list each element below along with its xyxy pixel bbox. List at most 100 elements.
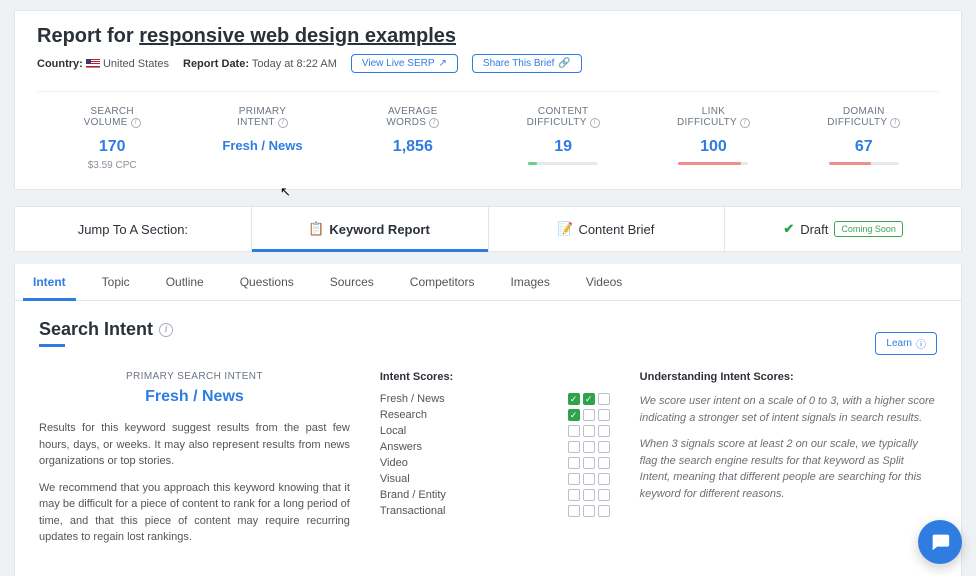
score-box bbox=[583, 441, 595, 453]
score-row-answers: Answers bbox=[380, 441, 610, 453]
share-label: Share This Brief bbox=[483, 58, 555, 69]
tab-videos[interactable]: Videos bbox=[568, 264, 640, 300]
view-serp-button[interactable]: View Live SERP ↗ bbox=[351, 54, 458, 73]
intent-panel: Search Intent Learn ⓘ PRIMARY SEARCH INT… bbox=[15, 301, 961, 576]
score-box bbox=[568, 409, 580, 421]
score-box bbox=[583, 489, 595, 501]
score-row-video: Video bbox=[380, 457, 610, 469]
check-icon: ✔ bbox=[783, 221, 794, 237]
score-box bbox=[598, 425, 610, 437]
date-label: Report Date: bbox=[183, 58, 249, 70]
score-box bbox=[583, 457, 595, 469]
tab-outline[interactable]: Outline bbox=[148, 264, 222, 300]
info-icon[interactable] bbox=[429, 118, 439, 128]
date-group: Report Date: Today at 8:22 AM bbox=[183, 58, 337, 70]
tab-content-brief[interactable]: 📝 Content Brief bbox=[489, 207, 726, 251]
info-icon[interactable] bbox=[159, 323, 173, 337]
score-box bbox=[568, 393, 580, 405]
external-link-icon: ↗ bbox=[439, 58, 447, 69]
score-box bbox=[598, 393, 610, 405]
domain-diff-bar bbox=[829, 162, 899, 165]
score-row-transactional: Transactional bbox=[380, 505, 610, 517]
psi-value: Fresh / News bbox=[39, 388, 350, 406]
brief-icon: 📝 bbox=[558, 222, 572, 236]
panel-title: Search Intent bbox=[39, 319, 173, 340]
share-brief-button[interactable]: Share This Brief 🔗 bbox=[472, 54, 582, 73]
country-group: Country: United States bbox=[37, 58, 169, 70]
report-keyword[interactable]: responsive web design examples bbox=[139, 25, 456, 47]
search-volume-value: 170 bbox=[41, 138, 183, 156]
metric-content-difficulty: CONTENT DIFFICULTY 19 bbox=[488, 92, 638, 189]
content-diff-value: 19 bbox=[492, 138, 634, 156]
score-box bbox=[583, 425, 595, 437]
info-icon[interactable] bbox=[131, 118, 141, 128]
info-icon[interactable] bbox=[590, 118, 600, 128]
report-header: Report for responsive web design example… bbox=[14, 10, 962, 190]
jump-label: Jump To A Section: bbox=[15, 207, 252, 251]
score-box bbox=[598, 409, 610, 421]
country-label: Country: bbox=[37, 58, 83, 70]
score-box bbox=[598, 457, 610, 469]
scores-heading: Intent Scores: bbox=[380, 371, 610, 383]
question-icon: ⓘ bbox=[916, 336, 926, 351]
avg-words-value: 1,856 bbox=[342, 138, 484, 156]
score-box bbox=[583, 473, 595, 485]
score-row-visual: Visual bbox=[380, 473, 610, 485]
inner-tabs: Intent Topic Outline Questions Sources C… bbox=[15, 264, 961, 301]
score-row-research: Research bbox=[380, 409, 610, 421]
metric-average-words: AVERAGE WORDS 1,856 bbox=[338, 92, 488, 189]
info-icon[interactable] bbox=[740, 118, 750, 128]
tab-topic[interactable]: Topic bbox=[84, 264, 148, 300]
us-flag-icon bbox=[86, 59, 100, 69]
cpc-value: $3.59 CPC bbox=[41, 160, 183, 171]
tab-draft[interactable]: ✔ Draft Coming Soon bbox=[725, 207, 961, 251]
score-box bbox=[568, 457, 580, 469]
score-box bbox=[598, 441, 610, 453]
content-card: Intent Topic Outline Questions Sources C… bbox=[14, 264, 962, 576]
metric-domain-difficulty: DOMAIN DIFFICULTY 67 bbox=[789, 92, 939, 189]
score-box bbox=[583, 393, 595, 405]
understanding-column: Understanding Intent Scores: We score us… bbox=[640, 371, 937, 556]
learn-button[interactable]: Learn ⓘ bbox=[875, 332, 937, 355]
domain-diff-value: 67 bbox=[793, 138, 935, 156]
metric-primary-intent: PRIMARY INTENT Fresh / News bbox=[187, 92, 337, 189]
psi-label: PRIMARY SEARCH INTENT bbox=[39, 371, 350, 382]
view-serp-label: View Live SERP bbox=[362, 58, 435, 69]
score-box bbox=[583, 505, 595, 517]
tab-questions[interactable]: Questions bbox=[222, 264, 312, 300]
score-box bbox=[568, 505, 580, 517]
score-box bbox=[568, 441, 580, 453]
primary-intent-value[interactable]: Fresh / News bbox=[191, 138, 333, 153]
link-diff-value: 100 bbox=[642, 138, 784, 156]
score-box bbox=[598, 505, 610, 517]
intent-scores-column: Intent Scores: Fresh / News Research Loc… bbox=[380, 371, 610, 556]
report-title: Report for responsive web design example… bbox=[37, 25, 939, 48]
link-icon: 🔗 bbox=[558, 58, 570, 69]
score-box bbox=[583, 409, 595, 421]
understanding-heading: Understanding Intent Scores: bbox=[640, 371, 937, 383]
score-box bbox=[598, 473, 610, 485]
tab-sources[interactable]: Sources bbox=[312, 264, 392, 300]
chat-icon bbox=[929, 531, 951, 553]
tab-images[interactable]: Images bbox=[492, 264, 567, 300]
explanation-1: We score user intent on a scale of 0 to … bbox=[640, 393, 937, 426]
tab-competitors[interactable]: Competitors bbox=[392, 264, 493, 300]
title-underline bbox=[39, 344, 65, 347]
score-box bbox=[598, 489, 610, 501]
country-value: United States bbox=[103, 58, 169, 70]
content-diff-bar bbox=[528, 162, 598, 165]
tab-keyword-report[interactable]: 📋 Keyword Report bbox=[252, 207, 489, 251]
info-icon[interactable] bbox=[278, 118, 288, 128]
intent-description-1: Results for this keyword suggest results… bbox=[39, 420, 350, 470]
info-icon[interactable] bbox=[890, 118, 900, 128]
score-box bbox=[568, 473, 580, 485]
explanation-2: When 3 signals score at least 2 on our s… bbox=[640, 436, 937, 502]
title-prefix: Report for bbox=[37, 25, 139, 47]
metric-search-volume: SEARCH VOLUME 170 $3.59 CPC bbox=[37, 92, 187, 189]
chat-widget-button[interactable] bbox=[918, 520, 962, 564]
primary-intent-column: PRIMARY SEARCH INTENT Fresh / News Resul… bbox=[39, 371, 350, 556]
tab-intent[interactable]: Intent bbox=[15, 264, 84, 300]
metrics-row: SEARCH VOLUME 170 $3.59 CPC PRIMARY INTE… bbox=[37, 91, 939, 189]
metric-link-difficulty: LINK DIFFICULTY 100 bbox=[638, 92, 788, 189]
report-icon: 📋 bbox=[309, 222, 323, 236]
